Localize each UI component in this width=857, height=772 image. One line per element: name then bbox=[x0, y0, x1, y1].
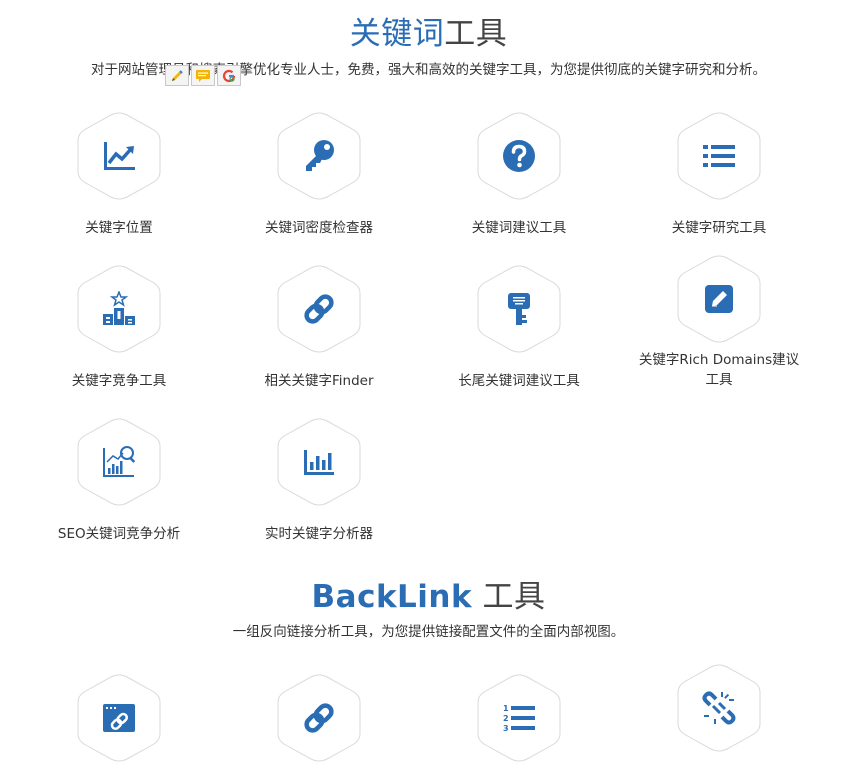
edit-icon bbox=[705, 285, 733, 313]
tool-backlink-4[interactable] bbox=[629, 664, 809, 752]
tool-label: 关键字竞争工具 bbox=[71, 373, 167, 389]
tool-seo-keyword-competition-analysis[interactable]: SEO关键词竞争分析 bbox=[29, 418, 209, 544]
tool-label: SEO关键词竞争分析 bbox=[57, 526, 181, 542]
tool-keyword-suggestion[interactable]: 关键词建议工具 bbox=[429, 112, 609, 238]
tool-label: 长尾关键词建议工具 bbox=[458, 373, 580, 389]
hex-badge bbox=[77, 265, 161, 353]
svg-text:2: 2 bbox=[503, 714, 509, 723]
tool-label: 关键字Rich Domains建议工具 bbox=[638, 352, 800, 388]
link-icon bbox=[304, 703, 334, 733]
chart-line-icon bbox=[104, 142, 135, 170]
tool-long-tail-keyword[interactable]: 长尾关键词建议工具 bbox=[429, 265, 609, 391]
hex-badge bbox=[677, 664, 761, 752]
broken-link-icon bbox=[702, 691, 736, 725]
numbered-list-icon: 123 bbox=[503, 704, 535, 733]
extension-toolbar bbox=[165, 65, 245, 87]
podium-icon bbox=[103, 291, 135, 325]
hex-badge bbox=[477, 112, 561, 200]
tool-label: 关键字位置 bbox=[85, 220, 153, 236]
tool-keyword-rich-domains[interactable]: 关键字Rich Domains建议工具 bbox=[629, 255, 809, 390]
title-rest: 工具 bbox=[444, 16, 508, 52]
list-icon bbox=[703, 145, 735, 167]
google-search-icon[interactable] bbox=[217, 65, 241, 86]
bar-chart-icon bbox=[304, 450, 334, 475]
tool-label: 关键词密度检查器 bbox=[265, 220, 373, 236]
title-rest: 工具 bbox=[472, 579, 546, 615]
keyword-tools-title: 关键词工具 bbox=[0, 8, 857, 53]
tool-keyword-competition[interactable]: 关键字竞争工具 bbox=[29, 265, 209, 391]
tool-keyword-density-checker[interactable]: 关键词密度检查器 bbox=[229, 112, 409, 238]
tool-backlink-1[interactable] bbox=[29, 674, 209, 762]
pencil-icon[interactable] bbox=[165, 65, 189, 86]
link-icon bbox=[304, 294, 334, 324]
tool-backlink-3[interactable]: 123 bbox=[429, 674, 609, 762]
hex-badge bbox=[77, 674, 161, 762]
hex-badge bbox=[677, 112, 761, 200]
hex-badge bbox=[677, 255, 761, 343]
backlink-tools-subtitle: 一组反向链接分析工具，为您提供链接配置文件的全面内部视图。 bbox=[232, 624, 625, 640]
svg-text:1: 1 bbox=[503, 704, 509, 713]
title-accent: 关键词 bbox=[349, 16, 445, 52]
tool-backlink-2[interactable] bbox=[229, 674, 409, 762]
hex-badge: 123 bbox=[477, 674, 561, 762]
tool-label: 关键词建议工具 bbox=[471, 220, 567, 236]
tool-keyword-position[interactable]: 关键字位置 bbox=[29, 112, 209, 238]
keyword-tools-subtitle: 对于网站管理员和搜索引擎优化专业人士，免费，强大和高效的关键字工具，为您提供彻底… bbox=[91, 62, 766, 78]
hex-badge bbox=[277, 418, 361, 506]
hex-badge bbox=[77, 418, 161, 506]
chart-search-icon bbox=[103, 446, 136, 477]
tool-related-keyword-finder[interactable]: 相关关键字Finder bbox=[229, 265, 409, 391]
key-tag-icon bbox=[508, 293, 530, 325]
tool-label: 关键字研究工具 bbox=[671, 220, 767, 236]
hex-badge bbox=[277, 265, 361, 353]
browser-link-icon bbox=[103, 704, 135, 732]
comment-icon[interactable] bbox=[191, 65, 215, 86]
tool-label: 实时关键字分析器 bbox=[265, 526, 373, 542]
key-icon bbox=[306, 140, 334, 171]
tool-realtime-keyword-analyzer[interactable]: 实时关键字分析器 bbox=[229, 418, 409, 544]
question-circle-icon bbox=[503, 140, 535, 172]
hex-badge bbox=[277, 112, 361, 200]
hex-badge bbox=[277, 674, 361, 762]
hex-badge bbox=[477, 265, 561, 353]
backlink-tools-title: BackLink 工具 bbox=[0, 571, 857, 616]
title-accent: BackLink bbox=[311, 579, 473, 615]
hex-badge bbox=[77, 112, 161, 200]
tool-keyword-research[interactable]: 关键字研究工具 bbox=[629, 112, 809, 238]
svg-text:3: 3 bbox=[503, 724, 509, 733]
tool-label: 相关关键字Finder bbox=[264, 373, 374, 389]
